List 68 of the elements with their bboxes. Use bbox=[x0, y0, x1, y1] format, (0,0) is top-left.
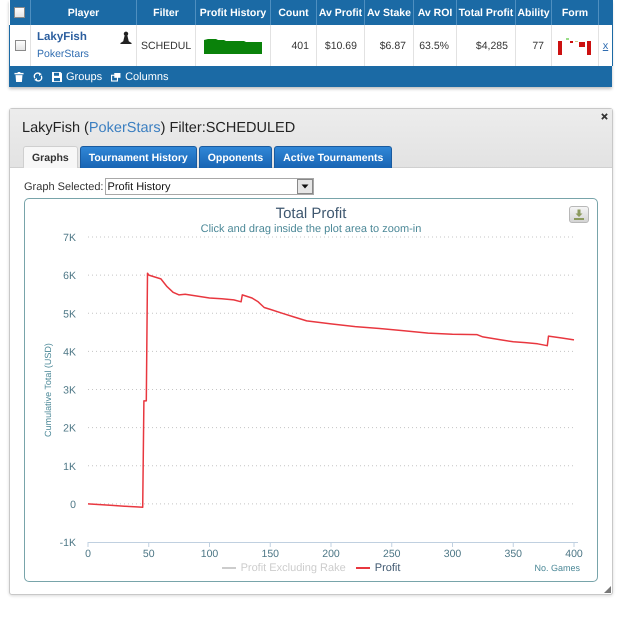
column-header[interactable]: Form bbox=[552, 0, 598, 25]
chart-title: Total Profit bbox=[276, 205, 346, 222]
caret-icon[interactable] bbox=[296, 179, 312, 194]
column-header[interactable]: Total Profit bbox=[456, 0, 516, 25]
column-header[interactable]: Count bbox=[270, 0, 316, 25]
y-tick-label: -1K bbox=[60, 537, 76, 549]
x-tick-label: 250 bbox=[382, 548, 401, 559]
y-tick-label: 6K bbox=[63, 270, 76, 282]
table-cell: 63.5% bbox=[414, 25, 456, 66]
y-tick-label: 2K bbox=[63, 422, 76, 435]
refresh-icon[interactable] bbox=[33, 72, 43, 82]
chart-subtitle: Click and drag inside the plot area to zoom-in bbox=[200, 223, 422, 235]
column-header[interactable]: Av Profit bbox=[316, 0, 364, 25]
x-axis-title: No. Games bbox=[534, 563, 581, 573]
groups-button[interactable]: Groups bbox=[52, 70, 102, 82]
x-tick-label: 100 bbox=[200, 548, 218, 559]
y-axis-title: Cumulative Total (USD) bbox=[43, 343, 53, 437]
pawn-icon bbox=[120, 31, 132, 44]
x-tick-label: 0 bbox=[85, 548, 91, 559]
table-cell: SCHEDUL bbox=[136, 25, 196, 66]
resize-grip-icon[interactable] bbox=[604, 586, 611, 593]
x-tick-label: 50 bbox=[142, 548, 155, 559]
select-all-checkbox[interactable] bbox=[14, 7, 26, 18]
y-tick-label: 7K bbox=[63, 232, 76, 244]
columns-button[interactable]: Columns bbox=[111, 70, 168, 82]
player-link[interactable]: LakyFish bbox=[37, 31, 89, 43]
table-cell: $6.87 bbox=[364, 25, 414, 66]
site-link[interactable]: PokerStars bbox=[88, 120, 161, 136]
y-tick-label: 1K bbox=[63, 460, 76, 473]
x-tick-label: 350 bbox=[504, 548, 522, 559]
y-tick-label: 0 bbox=[70, 498, 76, 511]
download-button[interactable] bbox=[569, 206, 589, 223]
tab[interactable]: Graphs bbox=[23, 146, 78, 168]
x-tick-label: 150 bbox=[261, 548, 280, 559]
download-icon bbox=[574, 210, 584, 220]
graph-dropdown[interactable]: Profit History bbox=[104, 178, 314, 195]
tab[interactable]: Tournament History bbox=[80, 146, 197, 168]
graph-select-label: Graph Selected: bbox=[24, 180, 104, 192]
column-header[interactable]: Player bbox=[30, 0, 136, 25]
panel-title: LakyFish (PokerStars) Filter:SCHEDULED bbox=[22, 119, 296, 138]
form-bar bbox=[558, 40, 562, 54]
table-cell: $4,285 bbox=[456, 25, 516, 66]
x-tick-label: 400 bbox=[565, 548, 583, 559]
y-tick-label: 4K bbox=[63, 346, 76, 358]
y-tick-label: 3K bbox=[63, 384, 76, 396]
row-checkbox[interactable] bbox=[14, 40, 26, 52]
column-header[interactable]: Av ROI bbox=[414, 0, 456, 25]
tab[interactable]: Opponents bbox=[198, 146, 272, 168]
x-tick-label: 300 bbox=[444, 548, 462, 559]
trash-icon[interactable] bbox=[14, 72, 24, 82]
table-cell: $10.69 bbox=[316, 25, 364, 66]
sparkline-drawing bbox=[204, 38, 262, 54]
column-header[interactable]: Filter bbox=[136, 0, 196, 25]
remove-link[interactable]: x bbox=[602, 40, 608, 52]
legend-item[interactable]: Profit bbox=[356, 562, 400, 574]
save-icon bbox=[52, 72, 62, 82]
x-tick-label: 200 bbox=[322, 548, 340, 559]
column-header[interactable]: Profit History bbox=[196, 0, 270, 25]
tab[interactable]: Active Tournaments bbox=[274, 146, 392, 168]
table-cell: 401 bbox=[270, 25, 316, 66]
column-header[interactable]: Ability bbox=[516, 0, 552, 25]
windows-icon bbox=[111, 72, 122, 82]
form-bar bbox=[587, 40, 591, 54]
y-tick-label: 5K bbox=[63, 308, 76, 320]
column-header[interactable]: Av Stake bbox=[364, 0, 414, 25]
close-icon[interactable] bbox=[601, 113, 608, 120]
table-cell: 77 bbox=[516, 25, 552, 66]
site-link[interactable]: PokerStars bbox=[37, 48, 89, 60]
